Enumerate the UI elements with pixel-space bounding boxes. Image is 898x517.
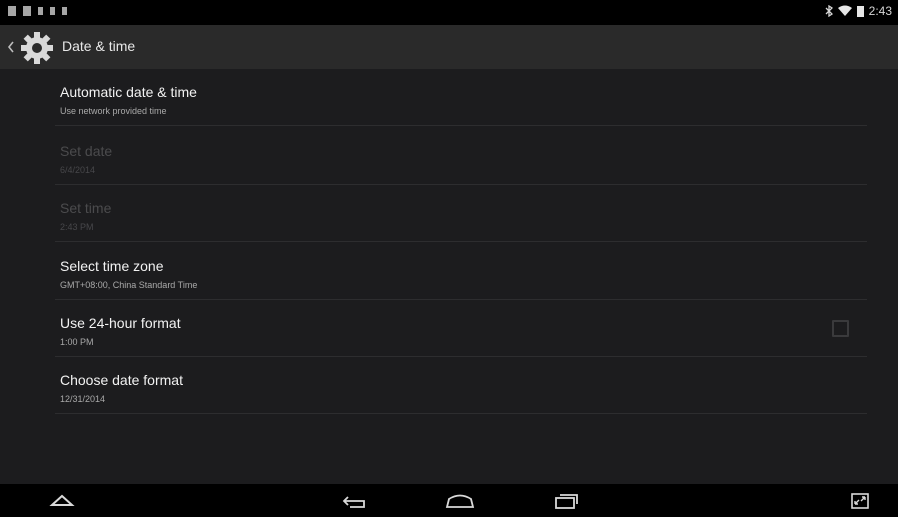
gear-icon[interactable] (20, 31, 54, 65)
screenshot-button[interactable] (840, 484, 880, 517)
home-button[interactable] (440, 484, 480, 517)
up-chevron-icon[interactable] (6, 39, 16, 55)
notification-icon (8, 6, 16, 16)
screenshot-icon (851, 492, 869, 509)
recents-button[interactable] (546, 484, 586, 517)
download-icon (50, 7, 55, 15)
action-bar: Date & time (0, 25, 898, 69)
battery-icon (856, 6, 864, 17)
select-time-zone-item[interactable]: Select time zone GMT+08:00, China Standa… (55, 243, 867, 300)
item-title: Choose date format (60, 372, 183, 388)
automatic-date-time-item[interactable]: Automatic date & time Use network provid… (55, 69, 867, 126)
item-summary: Use network provided time (60, 106, 167, 116)
recents-icon (555, 493, 578, 509)
battery-small-icon (62, 7, 67, 15)
page-title: Date & time (62, 38, 136, 54)
item-title: Automatic date & time (60, 84, 197, 100)
hide-keyboard-icon (49, 494, 75, 506)
item-title: Select time zone (60, 258, 164, 274)
set-time-item: Set time 2:43 PM (55, 185, 867, 242)
item-summary: GMT+08:00, China Standard Time (60, 280, 198, 290)
item-summary: 6/4/2014 (60, 165, 96, 175)
navigation-bar (0, 484, 898, 517)
use-24-hour-format-item[interactable]: Use 24-hour format 1:00 PM (55, 300, 867, 357)
item-title: Use 24-hour format (60, 315, 181, 331)
status-bar: 2:43 (0, 0, 898, 25)
item-title: Set time (60, 200, 112, 216)
usb-icon (38, 7, 43, 15)
status-left-icons (8, 6, 67, 16)
status-right-icons: 2:43 (825, 4, 892, 18)
bluetooth-icon (825, 5, 833, 17)
item-title: Set date (60, 143, 113, 159)
item-summary: 2:43 PM (60, 222, 94, 232)
settings-list: Automatic date & time Use network provid… (0, 69, 898, 484)
back-icon (342, 495, 365, 508)
status-time: 2:43 (868, 4, 892, 18)
wifi-icon (837, 5, 852, 16)
hide-keyboard-button[interactable] (42, 484, 82, 517)
back-button[interactable] (335, 484, 375, 517)
item-summary: 12/31/2014 (60, 394, 106, 404)
set-date-item: Set date 6/4/2014 (55, 128, 867, 185)
item-summary: 1:00 PM (60, 337, 94, 347)
mail-icon (23, 6, 31, 16)
24-hour-checkbox[interactable] (832, 320, 849, 337)
home-icon (445, 494, 475, 508)
choose-date-format-item[interactable]: Choose date format 12/31/2014 (55, 357, 867, 414)
